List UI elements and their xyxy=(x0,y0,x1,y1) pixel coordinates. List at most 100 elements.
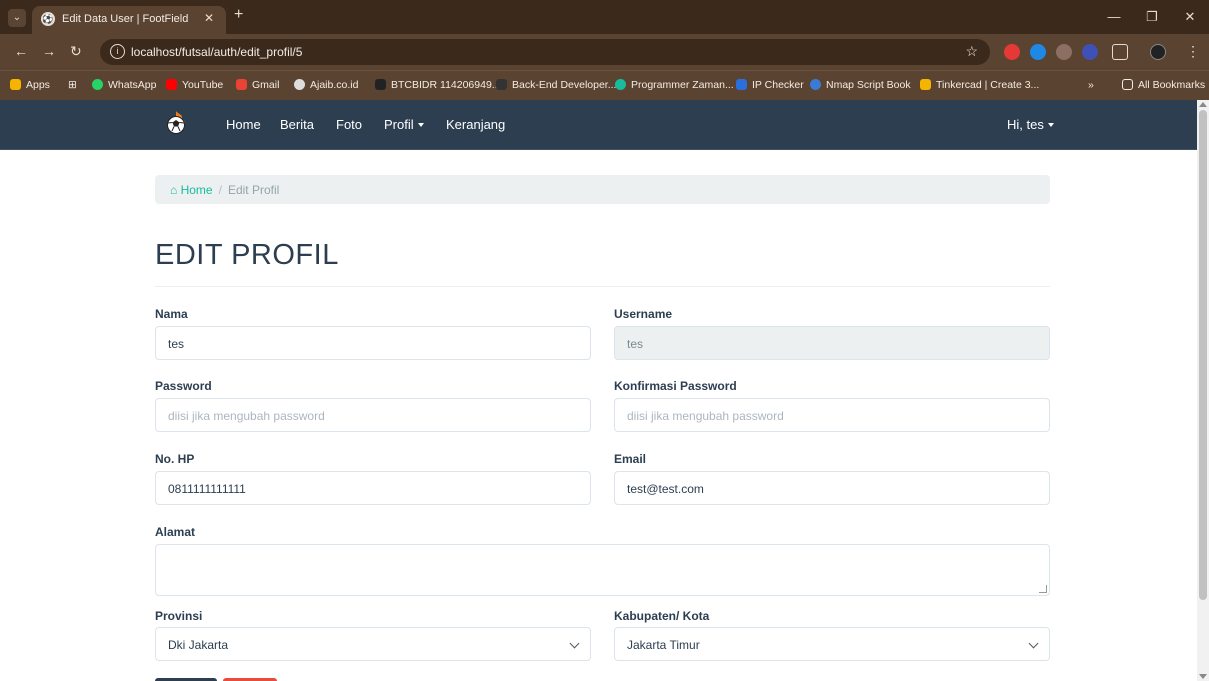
title-divider xyxy=(155,286,1050,287)
browser-tabbar: ⌄ ⚽ Edit Data User | FootField ✕ + — ❐ ✕ xyxy=(0,0,1209,34)
email-label: Email xyxy=(614,452,647,466)
breadcrumb-separator: / xyxy=(218,183,222,197)
programmer-zaman-icon xyxy=(615,79,626,90)
url-input[interactable]: i localhost/futsal/auth/edit_profil/5 ☆ xyxy=(100,39,990,65)
bookmark-item[interactable]: Programmer Zaman... xyxy=(615,79,734,91)
apps-grid-icon xyxy=(10,79,21,90)
scrollbar-thumb[interactable] xyxy=(1199,110,1207,600)
tab-groups-icon[interactable]: ⊞ xyxy=(68,79,77,91)
forward-icon[interactable]: → xyxy=(42,43,56,59)
bookmark-star-icon[interactable]: ☆ xyxy=(965,43,978,60)
bookmark-apps[interactable]: Apps xyxy=(10,79,50,91)
provinsi-selected: Dki Jakarta xyxy=(168,638,229,652)
address-bar: ← → ↻ i localhost/futsal/auth/edit_profi… xyxy=(0,34,1209,70)
extensions-puzzle-icon[interactable] xyxy=(1112,44,1128,60)
bookmark-item[interactable]: Ajaib.co.id xyxy=(294,79,358,91)
nav-foto[interactable]: Foto xyxy=(336,117,362,132)
nama-input[interactable]: tes xyxy=(155,326,591,360)
kota-label: Kabupaten/ Kota xyxy=(614,609,710,623)
password-input[interactable]: diisi jika mengubah password xyxy=(155,398,591,432)
nmap-eye-icon xyxy=(810,79,821,90)
bookmark-item[interactable]: Tinkercad | Create 3... xyxy=(920,79,1039,91)
nav-keranjang[interactable]: Keranjang xyxy=(446,117,505,132)
bookmark-item[interactable]: Nmap Script Book xyxy=(810,79,911,91)
restore-icon[interactable]: ❐ xyxy=(1133,0,1171,34)
nama-label: Nama xyxy=(155,307,188,321)
kota-select[interactable]: Jakarta Timur xyxy=(614,627,1050,661)
folder-icon xyxy=(1122,79,1133,90)
breadcrumb-home-label: Home xyxy=(180,183,213,197)
bookmark-item[interactable]: IP Checker xyxy=(736,79,804,91)
tinkercad-icon xyxy=(920,79,931,90)
youtube-icon xyxy=(166,79,177,90)
home-icon: ⌂ xyxy=(170,183,178,197)
tab-close-icon[interactable]: ✕ xyxy=(204,11,214,25)
breadcrumb-current: Edit Profil xyxy=(227,183,280,197)
email-input[interactable]: test@test.com xyxy=(614,471,1050,505)
ip-checker-icon xyxy=(736,79,747,90)
username-label: Username xyxy=(614,307,673,321)
whatsapp-icon xyxy=(92,79,103,90)
alamat-textarea[interactable] xyxy=(155,544,1050,596)
profile-avatar-icon[interactable] xyxy=(1150,44,1166,60)
nav-profil[interactable]: Profil xyxy=(384,117,424,132)
nav-profil-label: Profil xyxy=(384,117,414,132)
site-navbar: Home Berita Foto Profil Keranjang Hi, te… xyxy=(0,100,1197,150)
favicon-icon: ⚽ xyxy=(41,12,55,26)
resize-handle-icon[interactable] xyxy=(1039,585,1047,593)
user-menu[interactable]: Hi, tes xyxy=(1007,117,1054,132)
password-label: Password xyxy=(155,379,212,393)
kota-selected: Jakarta Timur xyxy=(627,638,700,652)
reload-icon[interactable]: ↻ xyxy=(70,43,82,60)
back-icon[interactable]: ← xyxy=(14,43,28,59)
extension-icon[interactable] xyxy=(1082,44,1098,60)
alamat-label: Alamat xyxy=(155,525,196,539)
page-viewport: Home Berita Foto Profil Keranjang Hi, te… xyxy=(0,100,1197,681)
new-tab-icon[interactable]: + xyxy=(234,6,243,24)
site-logo-icon[interactable] xyxy=(164,110,188,136)
user-greeting: Hi, tes xyxy=(1007,117,1044,132)
chevron-down-icon xyxy=(1028,638,1039,649)
bookmarks-overflow-icon[interactable]: » xyxy=(1088,79,1094,91)
gmail-icon xyxy=(236,79,247,90)
page-title: EDIT PROFIL xyxy=(155,239,339,271)
username-input: tes xyxy=(614,326,1050,360)
provinsi-label: Provinsi xyxy=(155,609,203,623)
bookmark-item[interactable]: WhatsApp xyxy=(92,79,156,91)
page-scrollbar[interactable] xyxy=(1197,100,1209,681)
extension-icon[interactable] xyxy=(1056,44,1072,60)
tab-search-icon[interactable]: ⌄ xyxy=(8,9,26,27)
bookmark-item[interactable]: Gmail xyxy=(236,79,279,91)
bookmark-item[interactable]: YouTube xyxy=(166,79,223,91)
caret-down-icon xyxy=(417,123,424,127)
browser-tab[interactable]: ⚽ Edit Data User | FootField ✕ xyxy=(32,6,226,34)
caret-down-icon xyxy=(1047,123,1054,127)
hp-input[interactable]: 0811111111111 xyxy=(155,471,591,505)
breadcrumb-home[interactable]: ⌂ Home xyxy=(170,183,213,197)
extension-icon[interactable] xyxy=(1030,44,1046,60)
bookmarks-bar: Apps ⊞ WhatsApp YouTube Gmail Ajaib.co.i… xyxy=(0,70,1209,100)
all-bookmarks[interactable]: All Bookmarks xyxy=(1122,79,1205,91)
konfirmasi-password-input[interactable]: diisi jika mengubah password xyxy=(614,398,1050,432)
ajaib-icon xyxy=(294,79,305,90)
tradingview-icon xyxy=(375,79,386,90)
konfirmasi-password-label: Konfirmasi Password xyxy=(614,379,737,393)
site-info-icon[interactable]: i xyxy=(110,44,125,59)
breadcrumb: ⌂ Home / Edit Profil xyxy=(155,175,1050,204)
chevron-down-icon xyxy=(569,638,580,649)
scroll-up-icon[interactable] xyxy=(1199,102,1207,107)
nav-berita[interactable]: Berita xyxy=(280,117,314,132)
menu-icon[interactable]: ⋮ xyxy=(1186,43,1200,60)
scroll-down-icon[interactable] xyxy=(1199,674,1207,679)
bookmark-item[interactable]: Back-End Developer... xyxy=(496,79,616,91)
extension-icon[interactable] xyxy=(1004,44,1020,60)
nav-home[interactable]: Home xyxy=(226,117,261,132)
close-window-icon[interactable]: ✕ xyxy=(1171,0,1209,34)
tab-title: Edit Data User | FootField xyxy=(62,13,189,25)
provinsi-select[interactable]: Dki Jakarta xyxy=(155,627,591,661)
glints-icon xyxy=(496,79,507,90)
bookmark-item[interactable]: BTCBIDR 114206949... xyxy=(375,79,501,91)
url-text: localhost/futsal/auth/edit_profil/5 xyxy=(131,45,303,59)
hp-label: No. HP xyxy=(155,452,195,466)
minimize-icon[interactable]: — xyxy=(1095,0,1133,34)
